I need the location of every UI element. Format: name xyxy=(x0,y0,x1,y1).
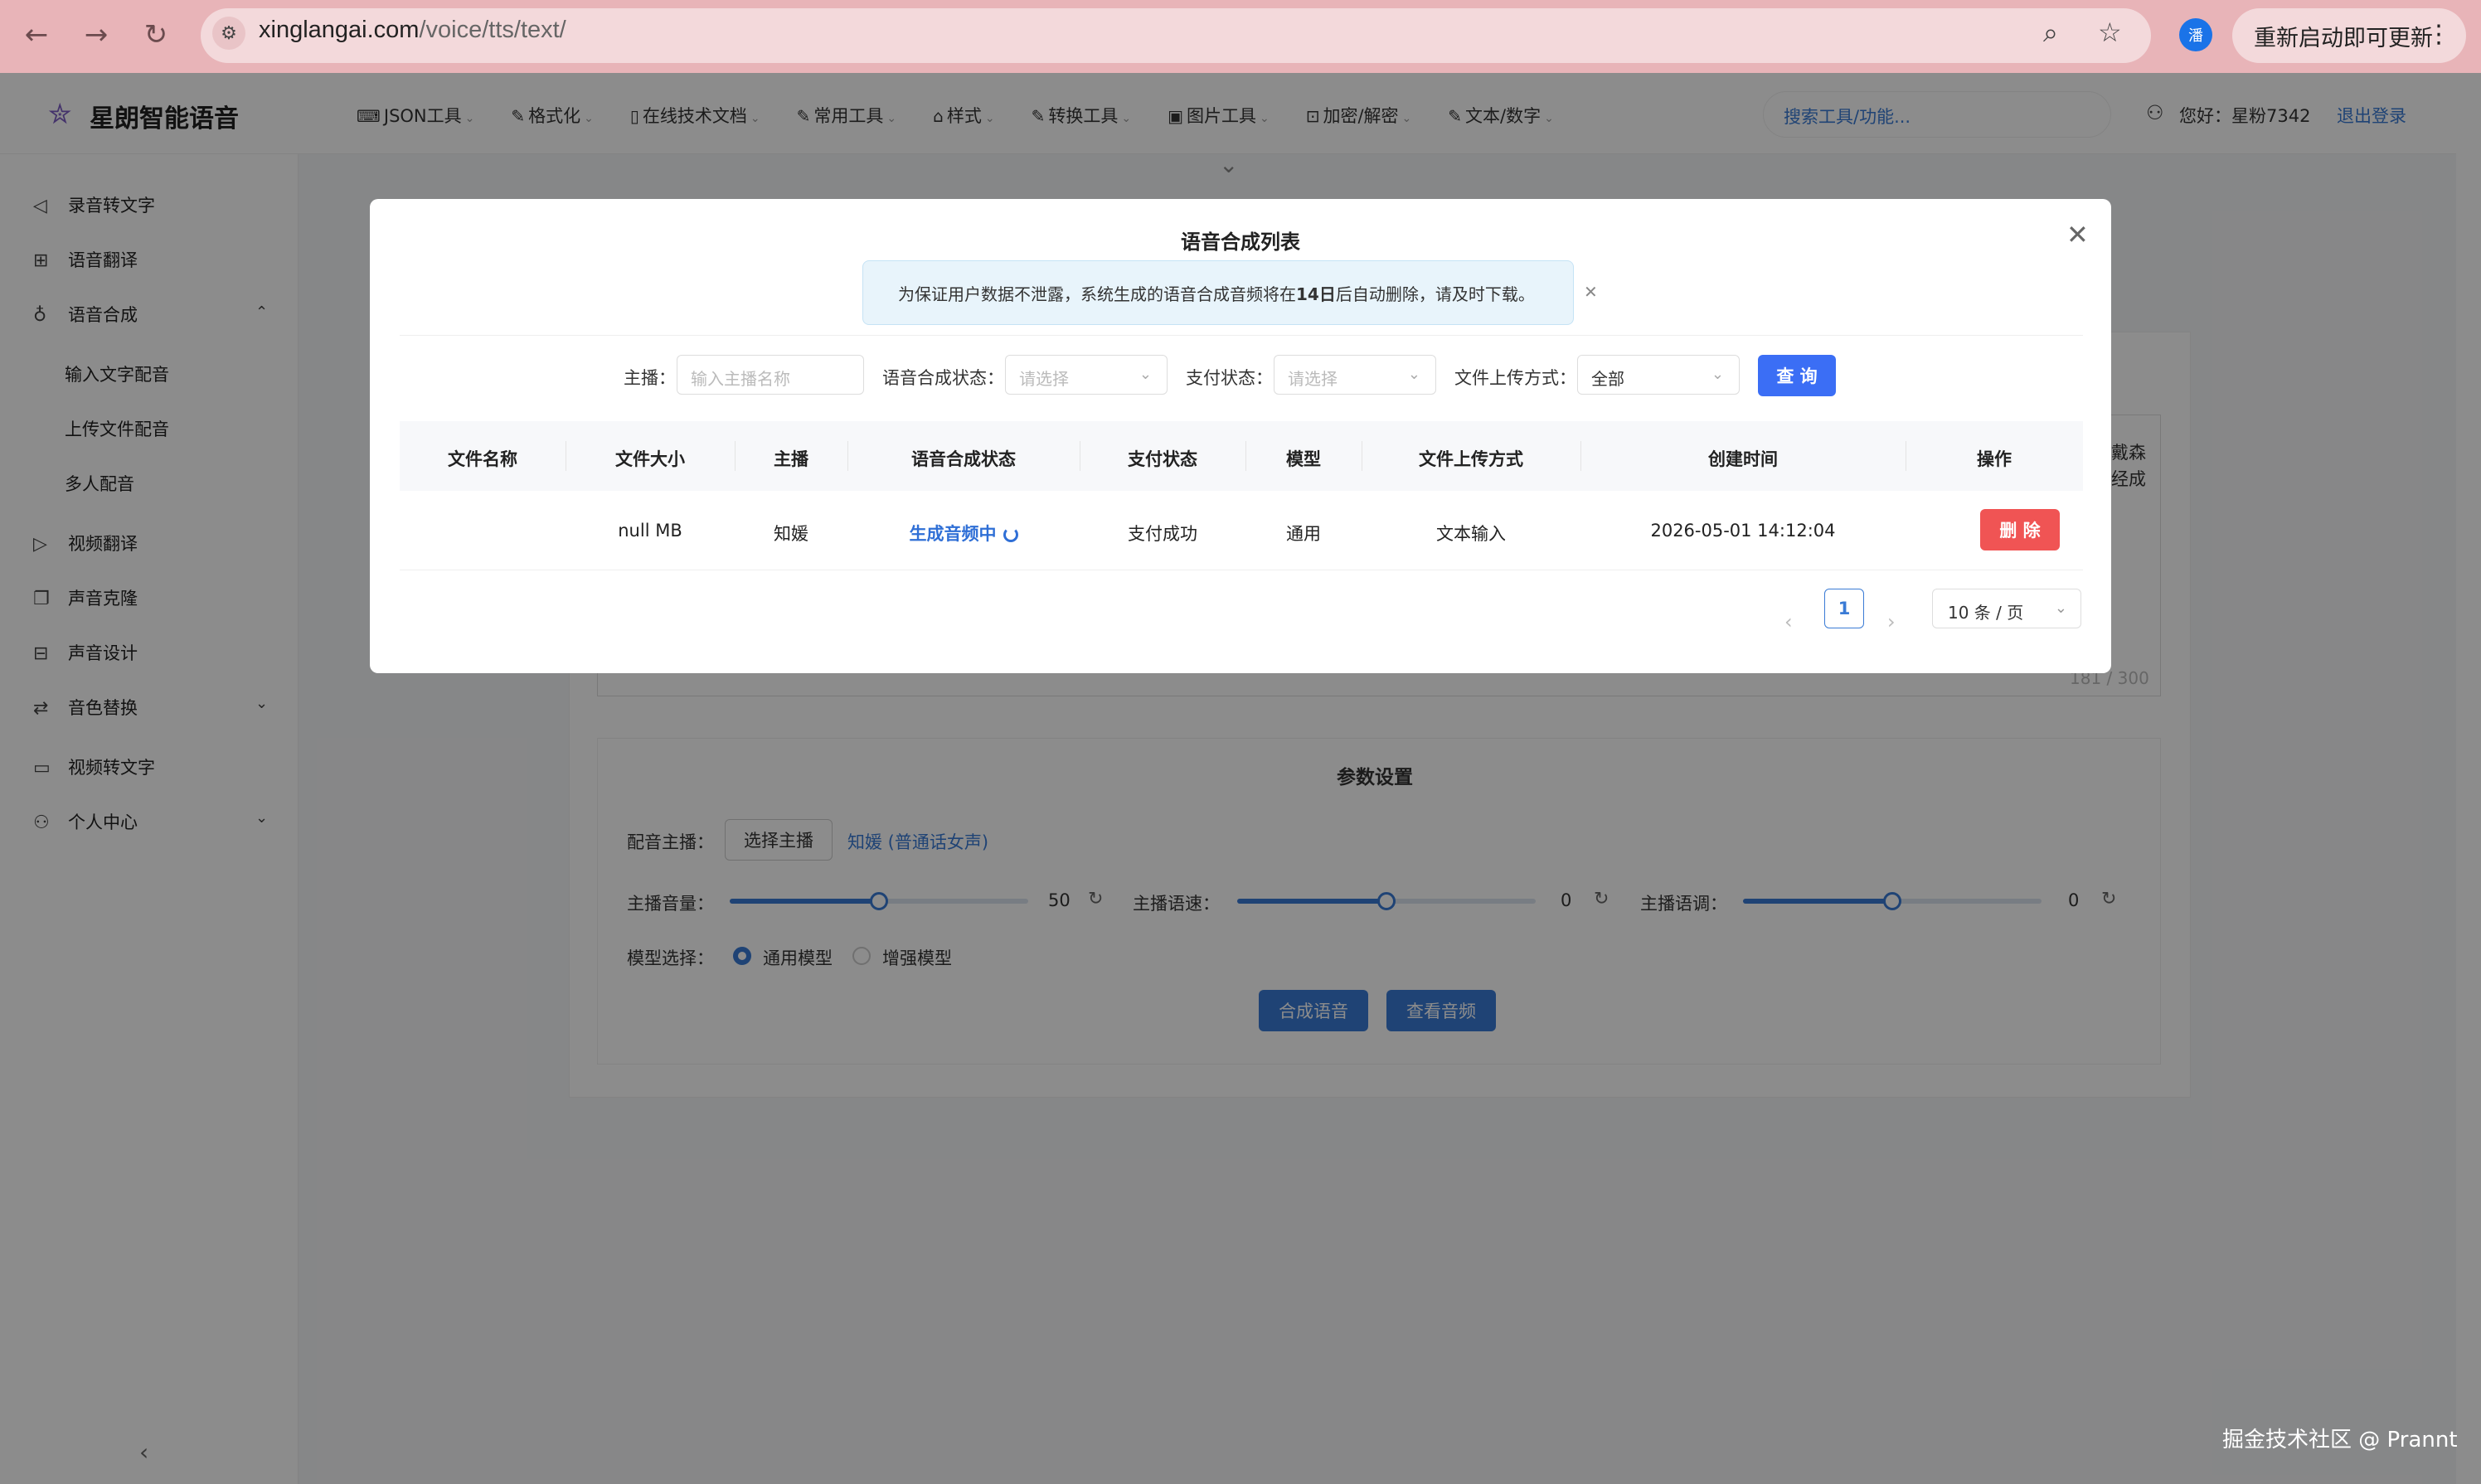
column-header: 文件大小 xyxy=(615,449,685,469)
close-icon[interactable]: ✕ xyxy=(1584,282,1598,302)
chevron-down-icon: ⌄ xyxy=(1139,366,1152,383)
browser-toolbar: ← → ↻ ⚙ xinglangai.com/voice/tts/text/ ⌕… xyxy=(0,0,2481,73)
column-header: 主播 xyxy=(774,449,808,469)
cell-upload-method: 文本输入 xyxy=(1436,524,1506,544)
bookmark-star-icon[interactable]: ☆ xyxy=(2098,17,2122,48)
column-header: 模型 xyxy=(1286,449,1321,469)
synth-status-select[interactable]: 请选择 ⌄ xyxy=(1005,355,1168,395)
column-header: 文件上传方式 xyxy=(1419,449,1523,469)
cell-pay-status: 支付成功 xyxy=(1128,524,1197,544)
upload-method-filter-label: 文件上传方式： xyxy=(1454,368,1576,388)
cell-model: 通用 xyxy=(1286,524,1321,544)
table-row: null MB 知媛 生成音频中 支付成功 通用 文本输入 2026-05-01… xyxy=(400,491,2083,570)
page-size-select[interactable]: 10 条 / 页 ⌄ xyxy=(1932,589,2081,628)
chevron-left-icon[interactable]: ‹ xyxy=(1784,610,1793,633)
column-header: 创建时间 xyxy=(1708,449,1778,469)
column-header: 语音合成状态 xyxy=(911,449,1016,469)
site-settings-icon[interactable]: ⚙ xyxy=(212,17,245,50)
close-icon[interactable]: ✕ xyxy=(2066,219,2089,250)
query-button[interactable]: 查 询 xyxy=(1758,355,1836,396)
loading-spinner-icon xyxy=(1003,527,1018,542)
reload-icon[interactable]: ↻ xyxy=(136,15,176,55)
restart-update-button[interactable]: 重新启动即可更新 ⋮ xyxy=(2232,8,2466,63)
dialog-title: 语音合成列表 xyxy=(1181,230,1300,254)
divider xyxy=(400,335,2083,336)
column-header: 文件名称 xyxy=(448,449,517,469)
delete-button[interactable]: 删 除 xyxy=(1980,509,2060,550)
cell-anchor: 知媛 xyxy=(774,524,808,544)
column-header: 操作 xyxy=(1977,449,2012,469)
chevron-right-icon[interactable]: › xyxy=(1887,610,1896,633)
zoom-icon[interactable]: ⌕ xyxy=(2043,17,2058,49)
upload-method-select[interactable]: 全部 ⌄ xyxy=(1577,355,1740,395)
modal-backdrop-header[interactable] xyxy=(0,73,2481,154)
tts-list-dialog: 语音合成列表 ✕ 为保证用户数据不泄露，系统生成的语音合成音频将在14日后自动删… xyxy=(370,199,2111,673)
forward-arrow-icon[interactable]: → xyxy=(76,15,116,55)
chevron-down-icon: ⌄ xyxy=(1711,366,1724,383)
anchor-filter-input[interactable]: 输入主播名称 xyxy=(677,355,864,395)
chevron-down-icon: ⌄ xyxy=(1407,366,1420,383)
table-header: 文件名称 文件大小 主播 语音合成状态 支付状态 模型 文件上传方式 创建时间 … xyxy=(400,421,2083,491)
back-arrow-icon[interactable]: ← xyxy=(17,15,56,55)
chevron-down-icon: ⌄ xyxy=(2054,599,2067,617)
column-header: 支付状态 xyxy=(1128,449,1197,469)
url-text[interactable]: xinglangai.com/voice/tts/text/ xyxy=(259,17,566,44)
more-vertical-icon: ⋮ xyxy=(2426,20,2451,49)
profile-avatar[interactable]: 潘 xyxy=(2179,18,2212,51)
synth-status-filter-label: 语音合成状态： xyxy=(882,368,1004,388)
cell-created-at: 2026-05-01 14:12:04 xyxy=(1650,521,1836,541)
retention-notice: 为保证用户数据不泄露，系统生成的语音合成音频将在14日后自动删除，请及时下载。 xyxy=(862,260,1574,325)
pagination-current-page[interactable]: 1 xyxy=(1824,589,1864,628)
anchor-filter-label: 主播： xyxy=(624,368,676,388)
pay-status-select[interactable]: 请选择 ⌄ xyxy=(1274,355,1436,395)
cell-synth-status: 生成音频中 xyxy=(847,521,1080,546)
cell-file-size: null MB xyxy=(618,521,682,541)
watermark: 掘金技术社区 @ Prannt xyxy=(2222,1428,2458,1452)
pay-status-filter-label: 支付状态： xyxy=(1186,368,1273,388)
